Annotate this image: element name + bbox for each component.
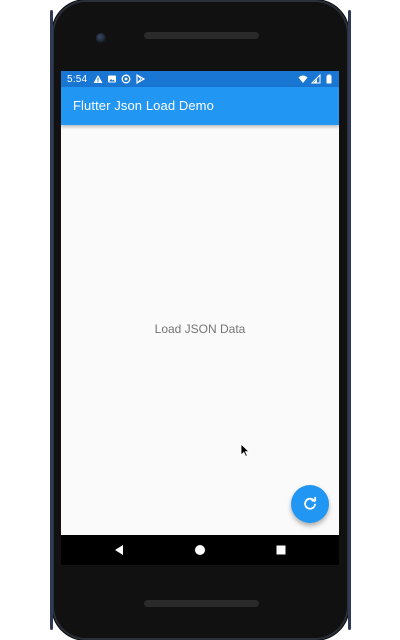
recents-icon: [276, 545, 286, 555]
status-time: 5:54: [67, 73, 88, 85]
wifi-icon: [298, 75, 308, 83]
refresh-icon: [304, 496, 317, 510]
system-nav-bar: [61, 535, 339, 565]
app-bar: Flutter Json Load Demo: [61, 87, 339, 125]
mouse-cursor-icon: [240, 443, 250, 457]
signal-icon: [311, 74, 321, 84]
load-json-text: Load JSON Data: [154, 322, 246, 336]
nav-recents-button[interactable]: [261, 535, 301, 565]
status-right-icons: [298, 74, 334, 84]
top-speaker: [144, 32, 259, 39]
status-left-icons: [93, 74, 146, 84]
bottom-speaker: [144, 600, 259, 607]
nav-home-button[interactable]: [180, 535, 220, 565]
home-icon: [195, 545, 205, 555]
sync-icon: [121, 74, 131, 84]
image-icon: [108, 75, 117, 83]
back-icon: [115, 545, 123, 555]
phone-screen: 5:54 Flutter Json Load Demo Load JSON Da…: [61, 71, 339, 565]
status-bar: 5:54: [61, 71, 339, 87]
main-content: Load JSON Data: [61, 125, 339, 535]
nav-back-button[interactable]: [99, 535, 139, 565]
play-store-icon: [136, 74, 146, 84]
app-bar-title: Flutter Json Load Demo: [73, 98, 214, 113]
battery-icon: [326, 74, 332, 84]
front-camera: [96, 33, 106, 43]
warning-icon: [93, 75, 103, 83]
refresh-fab-button[interactable]: [291, 485, 329, 523]
